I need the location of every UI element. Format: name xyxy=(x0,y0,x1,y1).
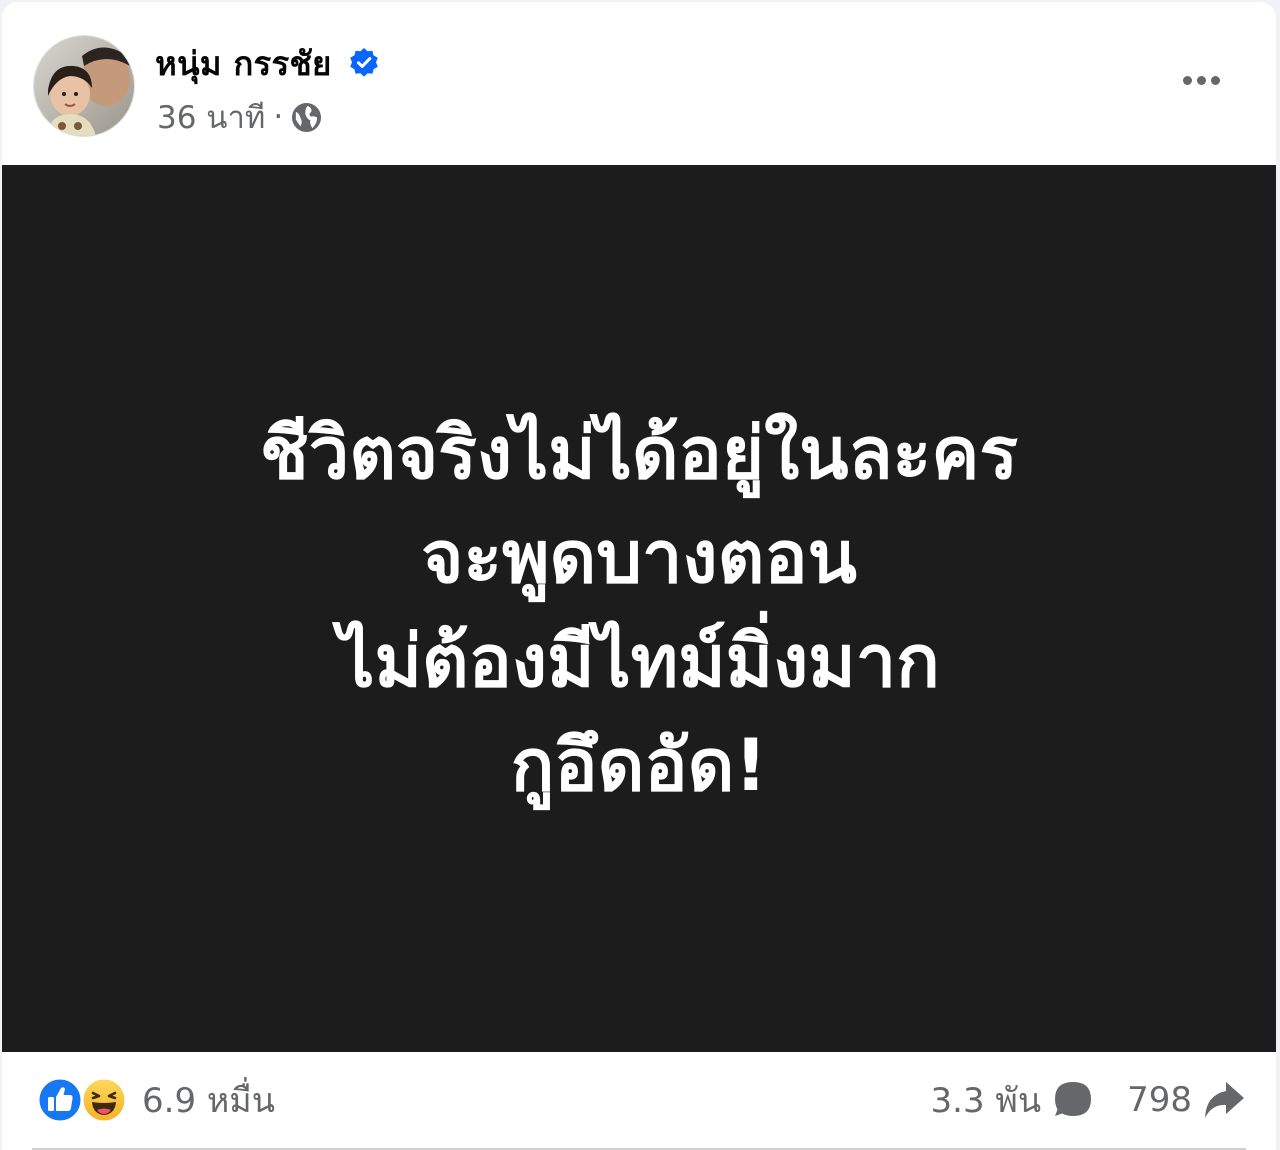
comment-count-button[interactable]: 3.3 พัน xyxy=(931,1073,1096,1127)
haha-icon xyxy=(80,1076,128,1124)
more-options-icon xyxy=(1210,75,1220,85)
author-avatar[interactable] xyxy=(33,35,135,137)
post-timestamp[interactable]: 36 นาที xyxy=(157,92,265,142)
post-meta: 36 นาที · xyxy=(157,96,322,138)
author-row: หนุ่ม กรรชัย xyxy=(155,40,380,86)
like-icon xyxy=(36,1076,84,1124)
reaction-count: 6.9 หมื่น xyxy=(142,1081,275,1121)
comment-count: 3.3 พัน xyxy=(930,1081,1042,1121)
post-text-line: ชีวิตจริงไม่ได้อยู่ในละคร xyxy=(259,410,1019,495)
author-name[interactable]: หนุ่ม กรรชัย xyxy=(155,37,332,90)
engagement-stats: 3.3 พัน 798 xyxy=(931,1074,1246,1126)
globe-icon[interactable] xyxy=(291,102,322,133)
comment-icon xyxy=(1051,1078,1095,1122)
more-options-icon xyxy=(1182,75,1192,85)
post-text-line: จะพูดบางตอน xyxy=(421,514,857,599)
post-text-line: ไม่ต้องมีไทม์มิ่งมาก xyxy=(338,618,940,703)
meta-separator: · xyxy=(273,99,284,135)
post-card: หนุ่ม กรรชัย 36 นาที · ชีวิตจริงไม่ได้อย… xyxy=(2,2,1276,1150)
avatar-photo-icon xyxy=(34,36,134,136)
share-count-button[interactable]: 798 xyxy=(1127,1078,1246,1122)
reactions-summary[interactable]: 6.9 หมื่น xyxy=(36,1074,275,1126)
post-text-line: กูอึดอัด! xyxy=(510,722,768,807)
post-footer: 6.9 หมื่น 3.3 พัน 798 xyxy=(2,1052,1276,1150)
post-image[interactable]: ชีวิตจริงไม่ได้อยู่ในละคร จะพูดบางตอน ไม… xyxy=(2,165,1276,1052)
share-count: 798 xyxy=(1127,1080,1192,1120)
verified-badge-icon xyxy=(348,47,380,79)
more-options-button[interactable] xyxy=(1172,60,1230,100)
more-options-icon xyxy=(1196,75,1206,85)
share-icon xyxy=(1202,1078,1246,1122)
